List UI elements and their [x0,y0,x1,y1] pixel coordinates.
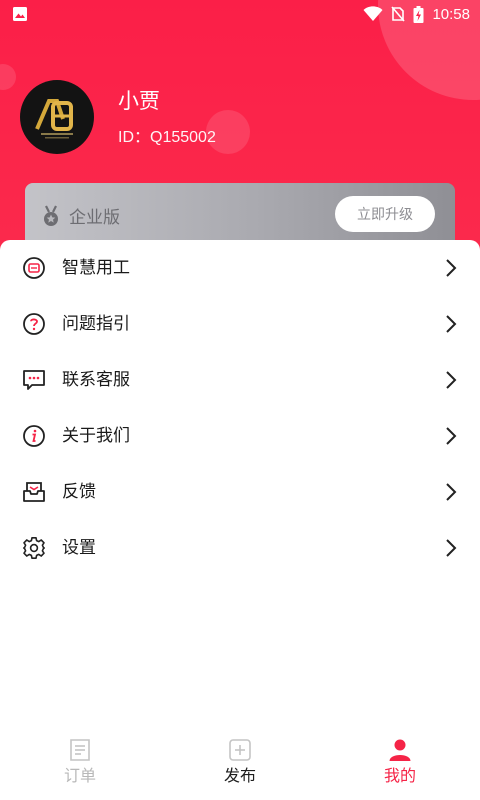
menu-label: 智慧用工 [62,258,130,278]
decor-bubble [0,64,16,90]
status-time: 10:58 [432,5,470,23]
menu-item-smart-work[interactable]: 智慧用工 [0,240,480,296]
avatar[interactable] [20,80,94,154]
chat-icon [23,370,45,390]
status-bar: 10:58 [0,0,480,28]
chevron-right-icon [446,427,457,445]
user-icon [389,739,411,761]
company-logo [35,99,73,139]
menu-list: 智慧用工 问题指引 联系客服 关于我们 反馈 设置 [0,240,480,580]
menu-label: 问题指引 [62,314,130,334]
gear-icon [23,537,45,559]
tab-label: 订单 [63,766,96,785]
wifi-icon [363,6,383,21]
menu-label: 联系客服 [62,370,130,390]
vip-label: 企业版 [69,208,120,228]
tab-publish[interactable]: 发布 [160,728,320,800]
chevron-right-icon [446,259,457,277]
info-icon [23,425,45,447]
tab-label: 发布 [223,766,256,785]
battery-charging-icon [413,5,424,23]
medal-icon [44,205,58,226]
menu-item-about[interactable]: 关于我们 [0,408,480,464]
menu-item-feedback[interactable]: 反馈 [0,464,480,520]
menu-item-support[interactable]: 联系客服 [0,352,480,408]
chevron-right-icon [446,371,457,389]
upgrade-button[interactable]: 立即升级 [335,196,435,232]
tab-mine[interactable]: 我的 [320,728,480,800]
chevron-right-icon [446,539,457,557]
menu-label: 关于我们 [62,426,130,446]
menu-item-help[interactable]: 问题指引 [0,296,480,352]
mail-tray-icon [23,482,45,502]
chevron-right-icon [446,315,457,333]
question-icon [23,313,45,335]
bottom-tab-bar: 订单 发布 我的 [0,728,480,800]
tab-orders[interactable]: 订单 [0,728,160,800]
menu-item-settings[interactable]: 设置 [0,520,480,576]
tab-label: 我的 [383,766,416,785]
user-id: ID：Q155002 [118,129,216,146]
profile-block[interactable]: 小贾 ID：Q155002 [20,80,216,154]
no-sim-icon [391,6,406,22]
menu-label: 设置 [62,538,96,558]
user-name: 小贾 [118,89,160,113]
order-icon [70,739,90,761]
add-square-icon [229,739,251,761]
smart-work-icon [23,257,45,279]
chevron-right-icon [446,483,457,501]
menu-label: 反馈 [62,482,96,502]
image-icon [13,7,27,21]
